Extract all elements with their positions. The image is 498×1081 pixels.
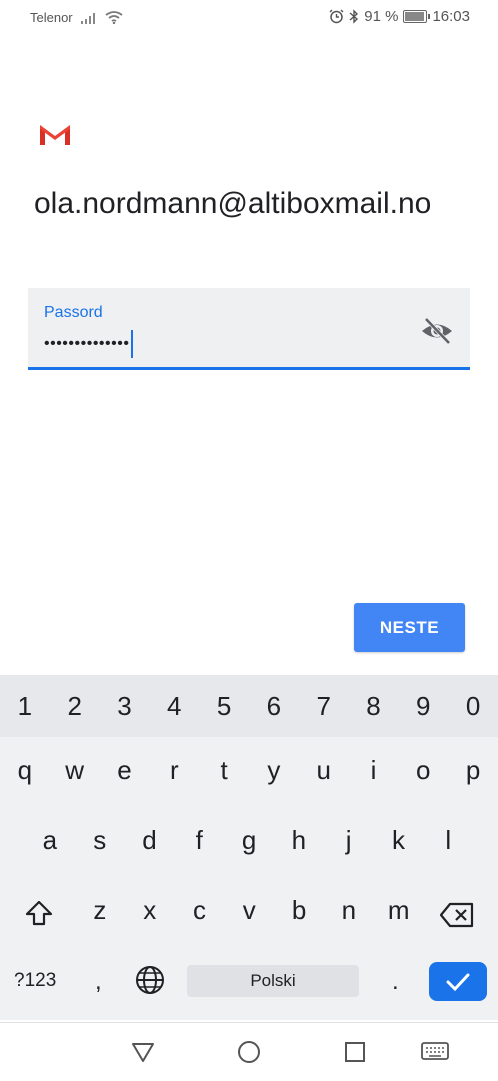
- key-p[interactable]: p: [448, 755, 498, 786]
- key-u[interactable]: u: [299, 755, 349, 786]
- key-k[interactable]: k: [374, 825, 424, 856]
- key-d[interactable]: d: [125, 825, 175, 856]
- key-x[interactable]: x: [125, 895, 175, 926]
- key-0[interactable]: 0: [466, 691, 480, 722]
- home-icon[interactable]: [236, 1039, 262, 1065]
- key-3[interactable]: 3: [117, 691, 131, 722]
- key-m[interactable]: m: [374, 895, 424, 926]
- backspace-icon: [439, 902, 474, 928]
- alarm-icon: [329, 9, 344, 24]
- clock: 16:03: [432, 8, 470, 25]
- password-field[interactable]: Passord ••••••••••••••: [28, 288, 470, 370]
- key-7[interactable]: 7: [316, 691, 330, 722]
- key-row-1: q w e r t y u i o p: [0, 755, 498, 786]
- key-row-3: z x c v b n m: [0, 895, 498, 926]
- number-row: 1 2 3 4 5 6 7 8 9 0: [0, 675, 498, 737]
- key-4[interactable]: 4: [167, 691, 181, 722]
- account-email: ola.nordmann@altiboxmail.no: [34, 187, 432, 220]
- key-h[interactable]: h: [274, 825, 324, 856]
- battery-percent: 91 %: [364, 8, 399, 25]
- key-5[interactable]: 5: [217, 691, 231, 722]
- key-row-2: a s d f g h j k l: [0, 825, 498, 856]
- status-left: Telenor: [30, 10, 123, 25]
- period-key[interactable]: .: [392, 968, 399, 996]
- key-9[interactable]: 9: [416, 691, 430, 722]
- comma-key[interactable]: ,: [95, 968, 102, 996]
- next-button[interactable]: NESTE: [354, 603, 465, 652]
- globe-icon[interactable]: [134, 964, 166, 996]
- text-cursor: [131, 330, 134, 358]
- key-2[interactable]: 2: [67, 691, 81, 722]
- battery-icon: [403, 10, 431, 23]
- key-1[interactable]: 1: [18, 691, 32, 722]
- key-s[interactable]: s: [75, 825, 125, 856]
- key-e[interactable]: e: [100, 755, 150, 786]
- key-z[interactable]: z: [75, 895, 125, 926]
- keyboard-icon[interactable]: [420, 1039, 450, 1065]
- key-t[interactable]: t: [199, 755, 249, 786]
- password-label: Passord: [44, 304, 103, 321]
- key-6[interactable]: 6: [267, 691, 281, 722]
- gmail-logo: [39, 124, 71, 146]
- space-key[interactable]: Polski: [187, 965, 359, 997]
- recents-icon[interactable]: [342, 1039, 368, 1065]
- checkmark-icon: [446, 973, 470, 991]
- key-c[interactable]: c: [175, 895, 225, 926]
- key-b[interactable]: b: [274, 895, 324, 926]
- key-i[interactable]: i: [349, 755, 399, 786]
- back-icon[interactable]: [130, 1039, 156, 1065]
- key-r[interactable]: r: [149, 755, 199, 786]
- key-n[interactable]: n: [324, 895, 374, 926]
- key-g[interactable]: g: [224, 825, 274, 856]
- password-input[interactable]: ••••••••••••••: [44, 330, 134, 358]
- key-o[interactable]: o: [398, 755, 448, 786]
- status-bar: Telenor 91 % 16:03: [0, 0, 498, 34]
- key-v[interactable]: v: [224, 895, 274, 926]
- key-j[interactable]: j: [324, 825, 374, 856]
- password-dots: ••••••••••••••: [44, 335, 130, 352]
- carrier-name: Telenor: [30, 10, 73, 25]
- keyboard: 1 2 3 4 5 6 7 8 9 0 q w e r t y u i o p …: [0, 675, 498, 1020]
- eye-off-icon[interactable]: [420, 316, 454, 346]
- enter-key[interactable]: [429, 962, 487, 1001]
- key-y[interactable]: y: [249, 755, 299, 786]
- backspace-key[interactable]: [432, 895, 482, 935]
- navigation-bar: [0, 1022, 498, 1081]
- key-8[interactable]: 8: [366, 691, 380, 722]
- key-w[interactable]: w: [50, 755, 100, 786]
- symbols-key[interactable]: ?123: [14, 970, 56, 992]
- key-l[interactable]: l: [423, 825, 473, 856]
- signal-icon: [80, 12, 95, 24]
- wifi-icon: [105, 11, 123, 24]
- key-q[interactable]: q: [0, 755, 50, 786]
- status-right: 91 % 16:03: [329, 8, 470, 25]
- key-f[interactable]: f: [174, 825, 224, 856]
- bluetooth-icon: [349, 9, 359, 24]
- battery-fill: [405, 12, 424, 21]
- key-a[interactable]: a: [25, 825, 75, 856]
